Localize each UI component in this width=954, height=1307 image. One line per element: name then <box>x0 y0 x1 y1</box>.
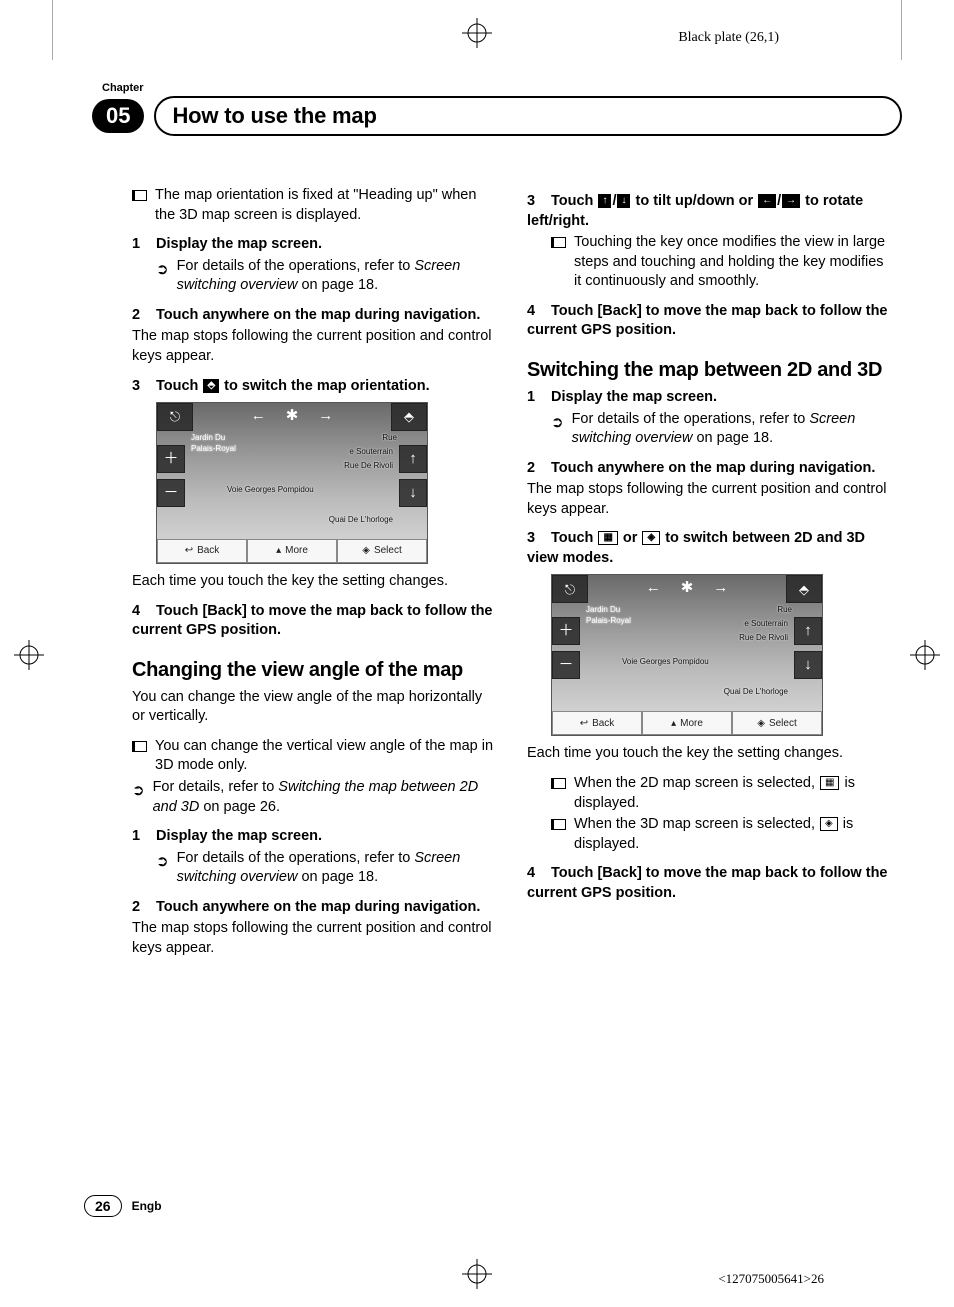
reference-arrow-icon: ➲ <box>156 852 169 872</box>
back-button: ↩Back <box>157 539 247 563</box>
list-item: Touching the key once modifies the view … <box>551 233 892 292</box>
crop-line <box>901 0 902 60</box>
back-button: ↩Back <box>552 711 642 735</box>
select-button: ◈Select <box>732 711 822 735</box>
chapter-header: 05 How to use the map <box>52 96 902 136</box>
bullet-icon <box>132 190 147 201</box>
chapter-title: How to use the map <box>154 96 902 136</box>
arrow-left-icon: ← <box>758 194 776 208</box>
list-item: ➲For details, refer to Switching the map… <box>132 778 497 817</box>
bullet-icon <box>551 237 566 248</box>
reference-arrow-icon: ➲ <box>551 413 564 433</box>
columns: The map orientation is fixed at "Heading… <box>52 186 902 969</box>
view-3d-icon: ◈ <box>820 817 838 831</box>
section-intro: You can change the view angle of the map… <box>132 688 497 727</box>
step-body: The map stops following the current posi… <box>527 480 892 519</box>
list-item: When the 3D map screen is selected, ◈ is… <box>551 815 892 854</box>
tilt-up-icon: ↑ <box>794 617 822 645</box>
zoom-in-icon: ＋ <box>552 617 580 645</box>
list-item: When the 2D map screen is selected, ▦ is… <box>551 774 892 813</box>
map-top-right-icon: ⬘ <box>786 575 822 603</box>
print-id: <127075005641>26 <box>718 1271 824 1287</box>
section-heading: Switching the map between 2D and 3D <box>527 359 892 382</box>
step-body: The map stops following the current posi… <box>132 327 497 366</box>
step-heading: 4Touch [Back] to move the map back to fo… <box>527 864 892 903</box>
bullet-icon <box>551 819 566 830</box>
reference-arrow-icon: ➲ <box>132 781 145 801</box>
step-heading: 2Touch anywhere on the map during naviga… <box>527 459 892 479</box>
caption: Each time you touch the key the setting … <box>132 572 497 592</box>
content: Chapter 05 How to use the map The map or… <box>52 82 902 1247</box>
map-top-arrows: ←✱→ <box>193 403 391 429</box>
more-button: ▴More <box>642 711 732 735</box>
step-heading: 1Display the map screen. <box>527 388 892 408</box>
more-button: ▴More <box>247 539 337 563</box>
chapter-number-badge: 05 <box>92 99 144 133</box>
map-screenshot: ⎋ ←✱→ ⬘ ＋ － ↑ ↓ Jardin DuPalais-Royal Ru… <box>156 402 428 564</box>
registration-mark-icon <box>462 18 492 48</box>
arrow-up-icon: ↑ <box>598 194 611 208</box>
list-item: ➲ For details of the operations, refer to… <box>156 257 497 296</box>
view-2d-icon: ▦ <box>598 531 617 545</box>
zoom-in-icon: ＋ <box>157 445 185 473</box>
page: Black plate (26,1) Chapter 05 How to use… <box>0 0 954 1307</box>
tilt-down-icon: ↓ <box>399 479 427 507</box>
compass-icon: ⬘ <box>203 379 219 393</box>
bullet-icon <box>132 741 147 752</box>
list-item: You can change the vertical view angle o… <box>132 737 497 776</box>
view-3d-icon: ◈ <box>642 531 660 545</box>
reference-arrow-icon: ➲ <box>156 260 169 280</box>
step-heading: 3Touch ⬘ to switch the map orientation. <box>132 377 497 397</box>
step-heading: 3Touch ↑/↓ to tilt up/down or ←/→ to rot… <box>527 192 892 231</box>
arrow-down-icon: ↓ <box>617 194 630 208</box>
map-top-left-icon: ⎋ <box>552 575 588 603</box>
crop-line <box>52 0 53 60</box>
black-plate-label: Black plate (26,1) <box>678 30 779 46</box>
footer: 26 Engb <box>84 1195 162 1217</box>
right-column: 3Touch ↑/↓ to tilt up/down or ←/→ to rot… <box>527 186 892 969</box>
list-item: ➲For details of the operations, refer to… <box>156 849 497 888</box>
tilt-down-icon: ↓ <box>794 651 822 679</box>
zoom-out-icon: － <box>552 651 580 679</box>
step-heading: 1Display the map screen. <box>132 235 497 255</box>
map-top-arrows: ←✱→ <box>588 575 786 601</box>
step-heading: 2Touch anywhere on the map during naviga… <box>132 898 497 918</box>
map-screenshot: ⎋ ←✱→ ⬘ ＋ － ↑ ↓ Jardin DuPalais-Royal Ru… <box>551 574 823 736</box>
step-heading: 2Touch anywhere on the map during naviga… <box>132 306 497 326</box>
bullet-icon <box>551 778 566 789</box>
arrow-right-icon: → <box>782 194 800 208</box>
language-code: Engb <box>132 1199 162 1213</box>
select-button: ◈Select <box>337 539 427 563</box>
registration-mark-icon <box>910 640 940 670</box>
caption: Each time you touch the key the setting … <box>527 744 892 764</box>
list-item: The map orientation is fixed at "Heading… <box>132 186 497 225</box>
tilt-up-icon: ↑ <box>399 445 427 473</box>
step-heading: 1Display the map screen. <box>132 827 497 847</box>
registration-mark-icon <box>14 640 44 670</box>
step-heading: 4Touch [Back] to move the map back to fo… <box>527 302 892 341</box>
map-top-right-icon: ⬘ <box>391 403 427 431</box>
page-number: 26 <box>84 1195 122 1217</box>
section-heading: Changing the view angle of the map <box>132 659 497 682</box>
step-heading: 4Touch [Back] to move the map back to fo… <box>132 602 497 641</box>
ref-text: For details of the operations, refer to … <box>177 257 497 296</box>
chapter-label: Chapter <box>102 82 902 94</box>
zoom-out-icon: － <box>157 479 185 507</box>
left-column: The map orientation is fixed at "Heading… <box>132 186 497 969</box>
registration-mark-icon <box>462 1259 492 1289</box>
step-heading: 3Touch ▦ or ◈ to switch between 2D and 3… <box>527 529 892 568</box>
bullet-text: The map orientation is fixed at "Heading… <box>155 186 497 225</box>
step-body: The map stops following the current posi… <box>132 919 497 958</box>
list-item: ➲For details of the operations, refer to… <box>551 410 892 449</box>
view-2d-icon: ▦ <box>820 776 839 790</box>
map-top-left-icon: ⎋ <box>157 403 193 431</box>
